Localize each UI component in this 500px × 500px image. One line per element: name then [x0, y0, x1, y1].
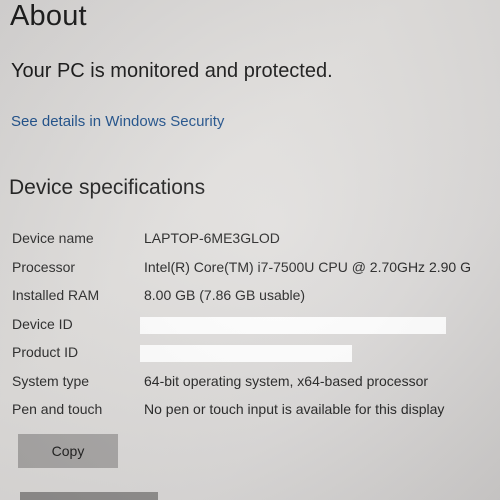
product-id-redacted	[140, 345, 352, 362]
spec-label: Device name	[12, 230, 94, 246]
about-page: About Your PC is monitored and protected…	[0, 0, 500, 500]
spec-label: Installed RAM	[12, 287, 100, 303]
spec-row-processor: Processor Intel(R) Core(TM) i7-7500U CPU…	[12, 255, 500, 284]
spec-label: Device ID	[12, 315, 73, 332]
windows-security-link[interactable]: See details in Windows Security	[11, 113, 224, 130]
pen-and-touch-value: No pen or touch input is available for t…	[144, 401, 445, 417]
spec-row-device-name: Device name LAPTOP-6ME3GLOD	[12, 226, 500, 255]
spec-row-pen-and-touch: Pen and touch No pen or touch input is a…	[12, 397, 500, 426]
device-specifications-table: Device name LAPTOP-6ME3GLOD Processor In…	[12, 226, 500, 426]
device-specifications-heading: Device specifications	[9, 176, 206, 199]
page-title: About	[10, 0, 87, 32]
copy-button[interactable]: Copy	[18, 434, 118, 468]
device-name-value: LAPTOP-6ME3GLOD	[144, 230, 280, 246]
spec-row-installed-ram: Installed RAM 8.00 GB (7.86 GB usable)	[12, 283, 500, 312]
protection-status-message: Your PC is monitored and protected.	[11, 60, 333, 82]
processor-value: Intel(R) Core(TM) i7-7500U CPU @ 2.70GHz…	[144, 258, 471, 275]
spec-row-device-id: Device ID	[12, 312, 500, 341]
spec-label: Pen and touch	[12, 401, 103, 417]
spec-row-system-type: System type 64-bit operating system, x64…	[12, 369, 500, 398]
rename-pc-button[interactable]	[20, 492, 158, 500]
device-id-redacted	[140, 316, 446, 334]
spec-row-product-id: Product ID	[12, 340, 500, 369]
spec-label: System type	[12, 372, 90, 389]
installed-ram-value: 8.00 GB (7.86 GB usable)	[144, 287, 306, 303]
spec-label: Processor	[12, 258, 76, 275]
system-type-value: 64-bit operating system, x64-based proce…	[144, 372, 429, 389]
spec-label: Product ID	[12, 344, 79, 360]
